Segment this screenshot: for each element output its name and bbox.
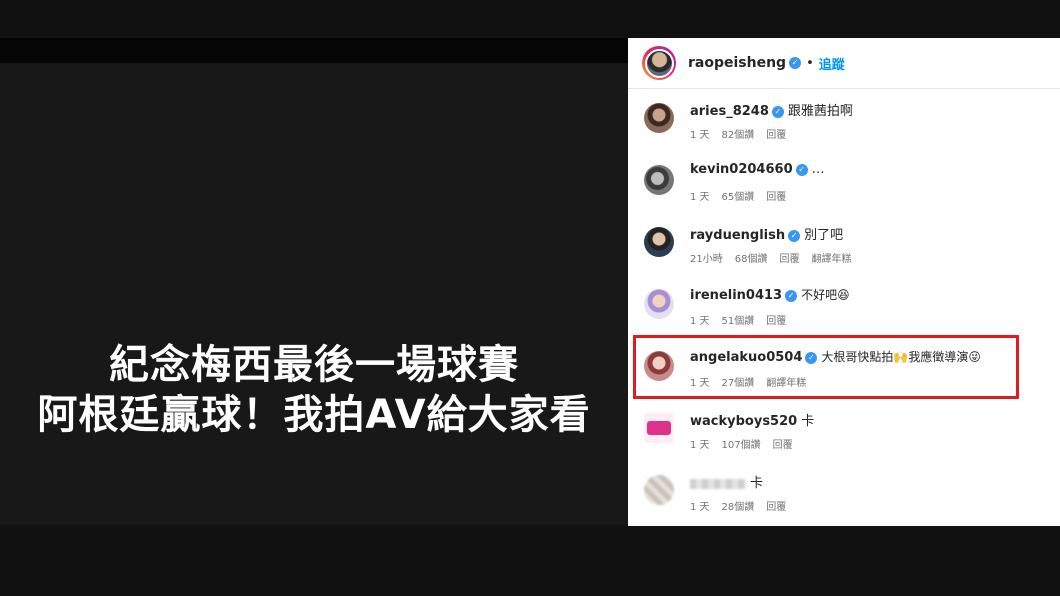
verified-icon: ✓ bbox=[771, 105, 784, 118]
comment-text: 卡 bbox=[750, 476, 764, 491]
comment-text: 卡 bbox=[801, 414, 815, 429]
commenter-avatar[interactable] bbox=[644, 227, 674, 257]
headline-line-2: 阿根廷贏球！我拍AV給大家看 bbox=[37, 392, 591, 438]
comment-likes[interactable]: 65個讚 bbox=[722, 192, 755, 203]
video-top-strip bbox=[0, 38, 628, 63]
comment-item: 卡 1 天 28個讚 回覆 bbox=[628, 470, 1060, 526]
follow-button[interactable]: 追蹤 bbox=[819, 54, 845, 73]
headline-caption: 紀念梅西最後一場球賽 阿根廷贏球！我拍AV給大家看 bbox=[0, 340, 628, 440]
video-frame bbox=[0, 63, 628, 525]
comment-text: 不好吧😆 bbox=[801, 288, 850, 302]
comment-time: 1 天 bbox=[690, 440, 710, 451]
comment-username[interactable]: rayduenglish bbox=[690, 228, 785, 243]
comment-item: wackyboys520 卡 1 天 107個讚 回覆 bbox=[628, 408, 1060, 470]
author-username[interactable]: raopeisheng ✓ bbox=[688, 55, 802, 71]
comment-likes[interactable]: 82個讚 bbox=[722, 130, 755, 141]
blurred-username bbox=[690, 478, 746, 489]
verified-icon: ✓ bbox=[785, 289, 798, 302]
commenter-avatar-blurred[interactable] bbox=[644, 475, 674, 505]
comment-likes[interactable]: 28個讚 bbox=[722, 502, 755, 513]
commenter-avatar[interactable] bbox=[644, 289, 674, 319]
comment-item: kevin0204660 ✓… 1 天 65個讚 回覆 bbox=[628, 160, 1060, 222]
comment-username[interactable]: aries_8248 bbox=[690, 104, 769, 119]
comment-username[interactable]: wackyboys520 bbox=[690, 414, 797, 429]
comment-time: 1 天 bbox=[690, 316, 710, 327]
comment-text: … bbox=[811, 162, 825, 177]
comment-text: 跟雅茜拍啊 bbox=[787, 104, 853, 119]
comment-item: rayduenglish ✓ 別了吧 21小時 68個讚 回覆 翻譯年糕 bbox=[628, 222, 1060, 284]
reply-link[interactable]: 回覆 bbox=[766, 316, 786, 327]
comment-time: 21小時 bbox=[690, 254, 723, 265]
highlight-box bbox=[633, 335, 1019, 399]
verified-icon: ✓ bbox=[788, 229, 801, 242]
reply-link[interactable]: 回覆 bbox=[766, 130, 786, 141]
verified-icon: ✓ bbox=[795, 163, 808, 176]
author-photo bbox=[644, 48, 674, 78]
author-avatar[interactable] bbox=[642, 46, 676, 80]
comment-time: 1 天 bbox=[690, 130, 710, 141]
instagram-comments-panel: raopeisheng ✓ • 追蹤 aries_8248 ✓ 跟雅茜拍啊 1 天 82… bbox=[628, 38, 1060, 526]
comment-time: 1 天 bbox=[690, 192, 710, 203]
reply-link[interactable]: 回覆 bbox=[773, 440, 793, 451]
headline-line-1: 紀念梅西最後一場球賽 bbox=[109, 342, 519, 388]
reply-link[interactable]: 回覆 bbox=[766, 192, 786, 203]
commenter-avatar[interactable] bbox=[644, 165, 674, 195]
comment-text: 別了吧 bbox=[804, 228, 844, 243]
comment-item: aries_8248 ✓ 跟雅茜拍啊 1 天 82個讚 回覆 bbox=[628, 98, 1060, 160]
comment-username[interactable]: irenelin0413 bbox=[690, 288, 782, 303]
reply-link[interactable]: 回覆 bbox=[766, 502, 786, 513]
brand-logo-icon bbox=[647, 421, 671, 435]
comment-likes[interactable]: 107個讚 bbox=[722, 440, 761, 451]
commenter-avatar[interactable] bbox=[644, 103, 674, 133]
comment-time: 1 天 bbox=[690, 502, 710, 513]
reply-link[interactable]: 回覆 bbox=[779, 254, 799, 265]
comment-username[interactable]: kevin0204660 bbox=[690, 162, 793, 177]
commenter-avatar[interactable] bbox=[644, 413, 674, 443]
separator-dot: • bbox=[806, 55, 814, 71]
post-header: raopeisheng ✓ • 追蹤 bbox=[628, 38, 1060, 89]
translate-link[interactable]: 翻譯年糕 bbox=[811, 254, 851, 265]
comment-likes[interactable]: 51個讚 bbox=[722, 316, 755, 327]
comment-likes[interactable]: 68個讚 bbox=[735, 254, 768, 265]
verified-icon: ✓ bbox=[789, 57, 802, 69]
